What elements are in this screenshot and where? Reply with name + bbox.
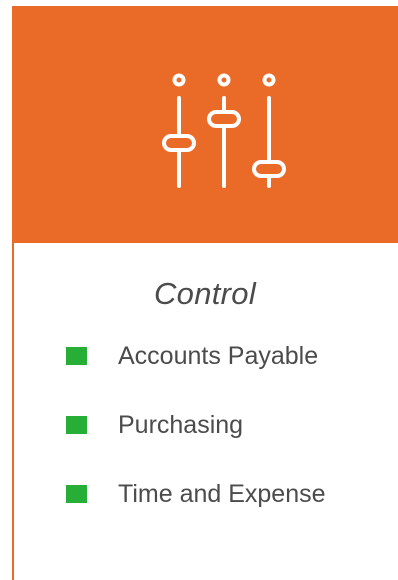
list-item: Accounts Payable: [66, 336, 326, 376]
green-square-bullet-icon: [66, 347, 87, 365]
card-title: Control: [153, 276, 257, 311]
list-item: Purchasing: [66, 405, 326, 445]
green-square-bullet-icon: [66, 485, 87, 503]
list-item: Time and Expense: [66, 474, 326, 514]
list-item-label: Time and Expense: [118, 479, 326, 508]
feature-list: Accounts Payable Purchasing Time and Exp…: [66, 336, 326, 543]
card-header: [12, 6, 398, 243]
sliders-icon: [162, 73, 286, 188]
list-item-label: Purchasing: [118, 410, 244, 439]
list-item-label: Accounts Payable: [118, 341, 319, 370]
control-card: Control Accounts Payable Purchasing Time…: [0, 0, 398, 580]
green-square-bullet-icon: [66, 416, 87, 434]
